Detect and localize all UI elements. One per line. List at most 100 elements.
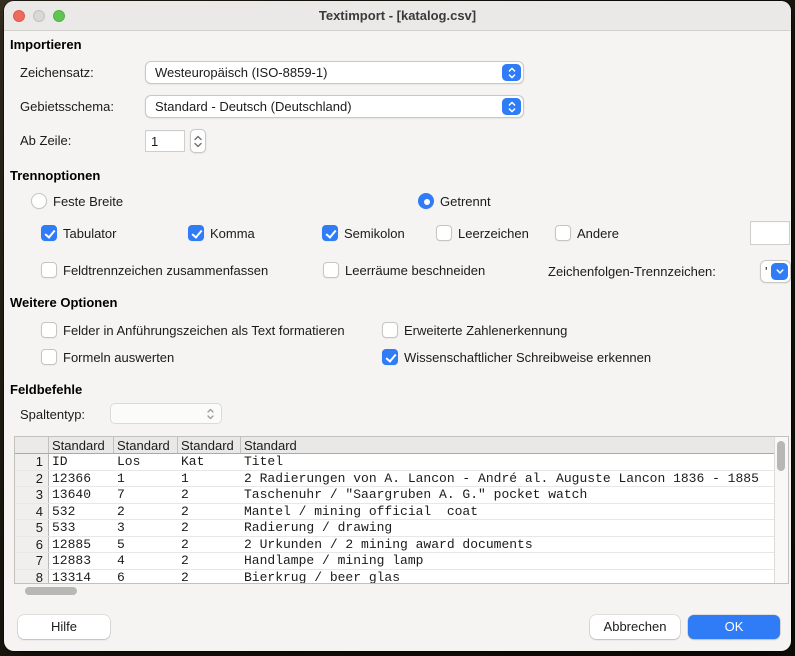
- table-cell[interactable]: 2: [178, 553, 241, 569]
- table-cell[interactable]: 2: [178, 487, 241, 503]
- ok-button[interactable]: OK: [688, 615, 780, 639]
- table-cell[interactable]: Handlampe / mining lamp: [241, 553, 774, 569]
- from-row-stepper[interactable]: [190, 129, 206, 153]
- table-cell[interactable]: 6: [114, 570, 178, 584]
- column-header[interactable]: Standard: [114, 437, 178, 453]
- help-button[interactable]: Hilfe: [18, 615, 110, 639]
- cancel-button[interactable]: Abbrechen: [590, 615, 680, 639]
- table-cell[interactable]: 2: [178, 537, 241, 553]
- string-delimiter-label: Zeichenfolgen-Trennzeichen:: [548, 264, 716, 279]
- section-separator-heading: Trennoptionen: [10, 168, 100, 183]
- table-cell[interactable]: 2: [178, 520, 241, 536]
- from-row-value: 1: [146, 131, 184, 151]
- vertical-scrollbar-thumb[interactable]: [777, 441, 785, 471]
- table-cell[interactable]: 2 Radierungen von A. Lancon - André al. …: [241, 471, 774, 487]
- table-cell[interactable]: 533: [49, 520, 114, 536]
- zoom-button[interactable]: [53, 10, 65, 22]
- table-cell[interactable]: 13640: [49, 487, 114, 503]
- evaluate-formulas-label: Formeln auswerten: [63, 350, 174, 365]
- table-cell[interactable]: 7: [114, 487, 178, 503]
- column-header[interactable]: Standard: [241, 437, 774, 453]
- table-cell[interactable]: Radierung / drawing: [241, 520, 774, 536]
- column-header[interactable]: Standard: [178, 437, 241, 453]
- section-import-heading: Importieren: [10, 37, 82, 52]
- row-number: 4: [15, 504, 49, 520]
- text-import-dialog: Textimport - [katalog.csv] Importieren Z…: [4, 1, 791, 651]
- string-delimiter-combobox[interactable]: ': [760, 260, 791, 283]
- table-cell[interactable]: 12366: [49, 471, 114, 487]
- table-cell[interactable]: 5: [114, 537, 178, 553]
- row-number: 1: [15, 454, 49, 470]
- table-cell[interactable]: Kat: [178, 454, 241, 470]
- tab-checkbox[interactable]: [41, 225, 57, 241]
- column-header[interactable]: Standard: [49, 437, 114, 453]
- separated-radio[interactable]: [418, 193, 434, 209]
- table-cell[interactable]: Taschenuhr / "Saargruben A. G." pocket w…: [241, 487, 774, 503]
- table-cell[interactable]: 2: [178, 504, 241, 520]
- scientific-notation-label: Wissenschaftlicher Schreibweise erkennen: [404, 350, 651, 365]
- merge-delimiters-checkbox[interactable]: [41, 262, 57, 278]
- tab-label: Tabulator: [63, 226, 116, 241]
- table-cell[interactable]: Mantel / mining official coat: [241, 504, 774, 520]
- table-cell[interactable]: 12885: [49, 537, 114, 553]
- from-row-label: Ab Zeile:: [20, 133, 71, 148]
- locale-label: Gebietsschema:: [20, 99, 114, 114]
- close-button[interactable]: [13, 10, 25, 22]
- table-cell[interactable]: Bierkrug / beer glas: [241, 570, 774, 584]
- vertical-scrollbar[interactable]: [774, 437, 788, 583]
- horizontal-scrollbar-thumb[interactable]: [25, 587, 77, 595]
- title-bar: Textimport - [katalog.csv]: [4, 1, 791, 31]
- table-row: 553332Radierung / drawing: [15, 520, 774, 537]
- table-cell[interactable]: 2: [178, 570, 241, 584]
- comma-label: Komma: [210, 226, 255, 241]
- table-row: 81331462Bierkrug / beer glas: [15, 570, 774, 584]
- chevron-up-down-icon: [502, 98, 521, 115]
- chevron-up-down-icon: [502, 64, 521, 81]
- charset-select[interactable]: Westeuropäisch (ISO-8859-1): [145, 61, 524, 84]
- chevron-up-down-icon: [206, 407, 215, 424]
- table-cell[interactable]: 2 Urkunden / 2 mining award documents: [241, 537, 774, 553]
- table-cell[interactable]: 3: [114, 520, 178, 536]
- table-cell[interactable]: Titel: [241, 454, 774, 470]
- locale-select[interactable]: Standard - Deutsch (Deutschland): [145, 95, 524, 118]
- table-cell[interactable]: ID: [49, 454, 114, 470]
- chevron-up-icon: [193, 135, 203, 141]
- table-cell[interactable]: 12883: [49, 553, 114, 569]
- detect-numbers-label: Erweiterte Zahlenerkennung: [404, 323, 567, 338]
- detect-numbers-checkbox[interactable]: [382, 322, 398, 338]
- scientific-notation-checkbox[interactable]: [382, 349, 398, 365]
- column-type-label: Spaltentyp:: [20, 407, 85, 422]
- table-cell[interactable]: Los: [114, 454, 178, 470]
- table-cell[interactable]: 2: [114, 504, 178, 520]
- row-number: 7: [15, 553, 49, 569]
- quoted-as-text-checkbox[interactable]: [41, 322, 57, 338]
- fixed-width-radio[interactable]: [31, 193, 47, 209]
- section-fields-heading: Feldbefehle: [10, 382, 82, 397]
- table-row: 1IDLosKatTitel: [15, 454, 774, 471]
- from-row-input[interactable]: 1: [145, 130, 185, 152]
- column-type-select: [110, 403, 222, 424]
- other-separator-input[interactable]: [750, 221, 790, 245]
- semicolon-label: Semikolon: [344, 226, 405, 241]
- table-row: 612885522 Urkunden / 2 mining award docu…: [15, 537, 774, 554]
- table-cell[interactable]: 1: [114, 471, 178, 487]
- charset-label: Zeichensatz:: [20, 65, 94, 80]
- other-checkbox[interactable]: [555, 225, 571, 241]
- row-number: 3: [15, 487, 49, 503]
- table-cell[interactable]: 1: [178, 471, 241, 487]
- semicolon-checkbox[interactable]: [322, 225, 338, 241]
- table-cell[interactable]: 532: [49, 504, 114, 520]
- separated-label: Getrennt: [440, 194, 491, 209]
- table-cell[interactable]: 13314: [49, 570, 114, 584]
- table-cell[interactable]: 4: [114, 553, 178, 569]
- trim-spaces-label: Leerräume beschneiden: [345, 263, 485, 278]
- evaluate-formulas-checkbox[interactable]: [41, 349, 57, 365]
- space-checkbox[interactable]: [436, 225, 452, 241]
- preview-grid: StandardStandardStandardStandard 1IDLosK…: [15, 437, 774, 583]
- fixed-width-label: Feste Breite: [53, 194, 123, 209]
- table-row: 71288342Handlampe / mining lamp: [15, 553, 774, 570]
- string-delimiter-value: ': [765, 261, 767, 282]
- minimize-button: [33, 10, 45, 22]
- comma-checkbox[interactable]: [188, 225, 204, 241]
- trim-spaces-checkbox[interactable]: [323, 262, 339, 278]
